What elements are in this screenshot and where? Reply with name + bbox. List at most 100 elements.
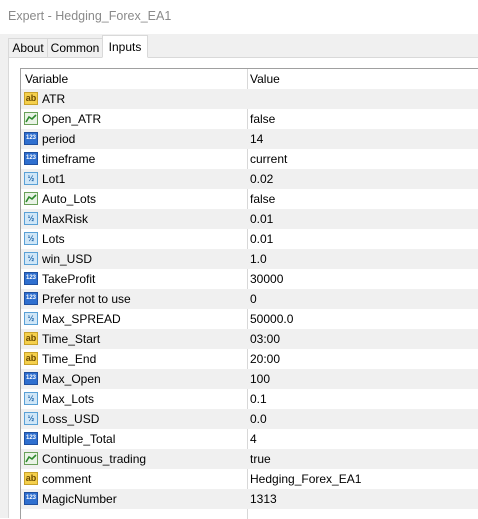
table-row[interactable]: 123 timeframe current	[21, 149, 478, 169]
window-title: Expert - Hedging_Forex_EA1	[8, 9, 172, 23]
variable-name: Open_ATR	[42, 112, 102, 126]
table-row[interactable]: ½ win_USD 1.0	[21, 249, 478, 269]
variable-cell: ab Time_End	[21, 349, 247, 369]
table-row[interactable]: Continuous_trading true	[21, 449, 478, 469]
variable-name: ATR	[42, 92, 66, 106]
table-row[interactable]: ½ Max_SPREAD 50000.0	[21, 309, 478, 329]
value-cell[interactable]: 4	[248, 429, 478, 449]
value-cell[interactable]: 0	[248, 289, 478, 309]
table-row[interactable]: 123 period 14	[21, 129, 478, 149]
table-row[interactable]: 123 Multiple_Total 4	[21, 429, 478, 449]
variable-cell: ½ Loss_USD	[21, 409, 247, 429]
variable-cell: Auto_Lots	[21, 189, 247, 209]
double-icon: ½	[24, 212, 38, 225]
table-row[interactable]: 123 TakeProfit 30000	[21, 269, 478, 289]
bool-icon	[24, 452, 38, 465]
value-cell[interactable]: 30000	[248, 269, 478, 289]
value-cell[interactable]: 50000.0	[248, 309, 478, 329]
double-icon: ½	[24, 312, 38, 325]
variable-name: Time_Start	[42, 332, 101, 346]
table-row[interactable]: ab Time_Start 03:00	[21, 329, 478, 349]
ab-string-icon: ab	[24, 352, 38, 365]
variable-name: timeframe	[42, 152, 96, 166]
value-cell[interactable]: current	[248, 149, 478, 169]
value-cell[interactable]: 20:00	[248, 349, 478, 369]
table-row[interactable]: ab Time_End 20:00	[21, 349, 478, 369]
variable-name: Max_Lots	[42, 392, 95, 406]
table-row[interactable]: Open_ATR false	[21, 109, 478, 129]
variable-name: Prefer not to use	[42, 292, 131, 306]
variable-name: Continuous_trading	[42, 452, 147, 466]
variable-cell: ab Time_Start	[21, 329, 247, 349]
table-row[interactable]: Auto_Lots false	[21, 189, 478, 209]
tab-about[interactable]: About	[8, 38, 48, 57]
variable-cell: ab comment	[21, 469, 247, 489]
double-icon: ½	[24, 172, 38, 185]
variable-name: comment	[42, 472, 92, 486]
variable-name: Max_Open	[42, 372, 101, 386]
variable-cell: ½ Lot1	[21, 169, 247, 189]
variable-cell: ½ Lots	[21, 229, 247, 249]
value-cell[interactable]: 0.01	[248, 209, 478, 229]
bool-icon	[24, 192, 38, 205]
window-titlebar: Expert - Hedging_Forex_EA1	[0, 0, 478, 34]
variable-cell: 123 Multiple_Total	[21, 429, 247, 449]
variable-name: Loss_USD	[42, 412, 100, 426]
value-cell[interactable]: 14	[248, 129, 478, 149]
value-cell[interactable]: false	[248, 189, 478, 209]
header-variable[interactable]: Variable	[21, 69, 247, 89]
variable-name: Max_SPREAD	[42, 312, 121, 326]
ab-string-icon: ab	[24, 472, 38, 485]
table-row[interactable]: ½ Lot1 0.02	[21, 169, 478, 189]
value-cell[interactable]: 0.0	[248, 409, 478, 429]
variable-cell: ½ Max_SPREAD	[21, 309, 247, 329]
double-icon: ½	[24, 392, 38, 405]
value-cell[interactable]: 03:00	[248, 329, 478, 349]
int-123-icon: 123	[24, 432, 38, 445]
value-cell[interactable]: 0.01	[248, 229, 478, 249]
value-cell[interactable]: 0.1	[248, 389, 478, 409]
inputs-table[interactable]: Variable Value ab ATR Open_ATR false 123 peri…	[20, 68, 478, 519]
table-row[interactable]: 123 Prefer not to use 0	[21, 289, 478, 309]
table-row[interactable]: ½ Lots 0.01	[21, 229, 478, 249]
value-cell[interactable]: 1.0	[248, 249, 478, 269]
variable-cell: ab ATR	[21, 89, 247, 109]
value-cell[interactable]: 100	[248, 369, 478, 389]
table-header-row: Variable Value	[21, 69, 478, 89]
variable-cell: ½ win_USD	[21, 249, 247, 269]
variable-cell: Continuous_trading	[21, 449, 247, 469]
variable-cell: Open_ATR	[21, 109, 247, 129]
variable-cell: 123 Max_Open	[21, 369, 247, 389]
tab-inputs[interactable]: Inputs	[102, 35, 148, 58]
table-row[interactable]: ½ Max_Lots 0.1	[21, 389, 478, 409]
table-row[interactable]: 123 MagicNumber 1313	[21, 489, 478, 509]
value-cell[interactable]: true	[248, 449, 478, 469]
ab-string-icon: ab	[24, 92, 38, 105]
table-row[interactable]: ½ Loss_USD 0.0	[21, 409, 478, 429]
table-row[interactable]: ab ATR	[21, 89, 478, 109]
value-cell[interactable]: false	[248, 109, 478, 129]
value-cell[interactable]: Hedging_Forex_EA1	[248, 469, 478, 489]
tab-common[interactable]: Common	[47, 38, 103, 57]
variable-name: win_USD	[42, 252, 93, 266]
variable-name: TakeProfit	[42, 272, 96, 286]
value-cell[interactable]: 1313	[248, 489, 478, 509]
variable-cell: ½ Max_Lots	[21, 389, 247, 409]
variable-name: Lot1	[42, 172, 66, 186]
int-123-icon: 123	[24, 132, 38, 145]
int-123-icon: 123	[24, 372, 38, 385]
double-icon: ½	[24, 232, 38, 245]
variable-cell: ½ MaxRisk	[21, 209, 247, 229]
table-row[interactable]: 123 Max_Open 100	[21, 369, 478, 389]
table-row[interactable]: ab comment Hedging_Forex_EA1	[21, 469, 478, 489]
value-cell[interactable]	[248, 89, 478, 109]
value-cell[interactable]: 0.02	[248, 169, 478, 189]
variable-name: period	[42, 132, 76, 146]
double-icon: ½	[24, 412, 38, 425]
variable-cell: 123 MagicNumber	[21, 489, 247, 509]
int-123-icon: 123	[24, 492, 38, 505]
variable-cell: 123 TakeProfit	[21, 269, 247, 289]
table-row[interactable]: ½ MaxRisk 0.01	[21, 209, 478, 229]
ab-string-icon: ab	[24, 332, 38, 345]
header-value[interactable]: Value	[248, 69, 478, 89]
